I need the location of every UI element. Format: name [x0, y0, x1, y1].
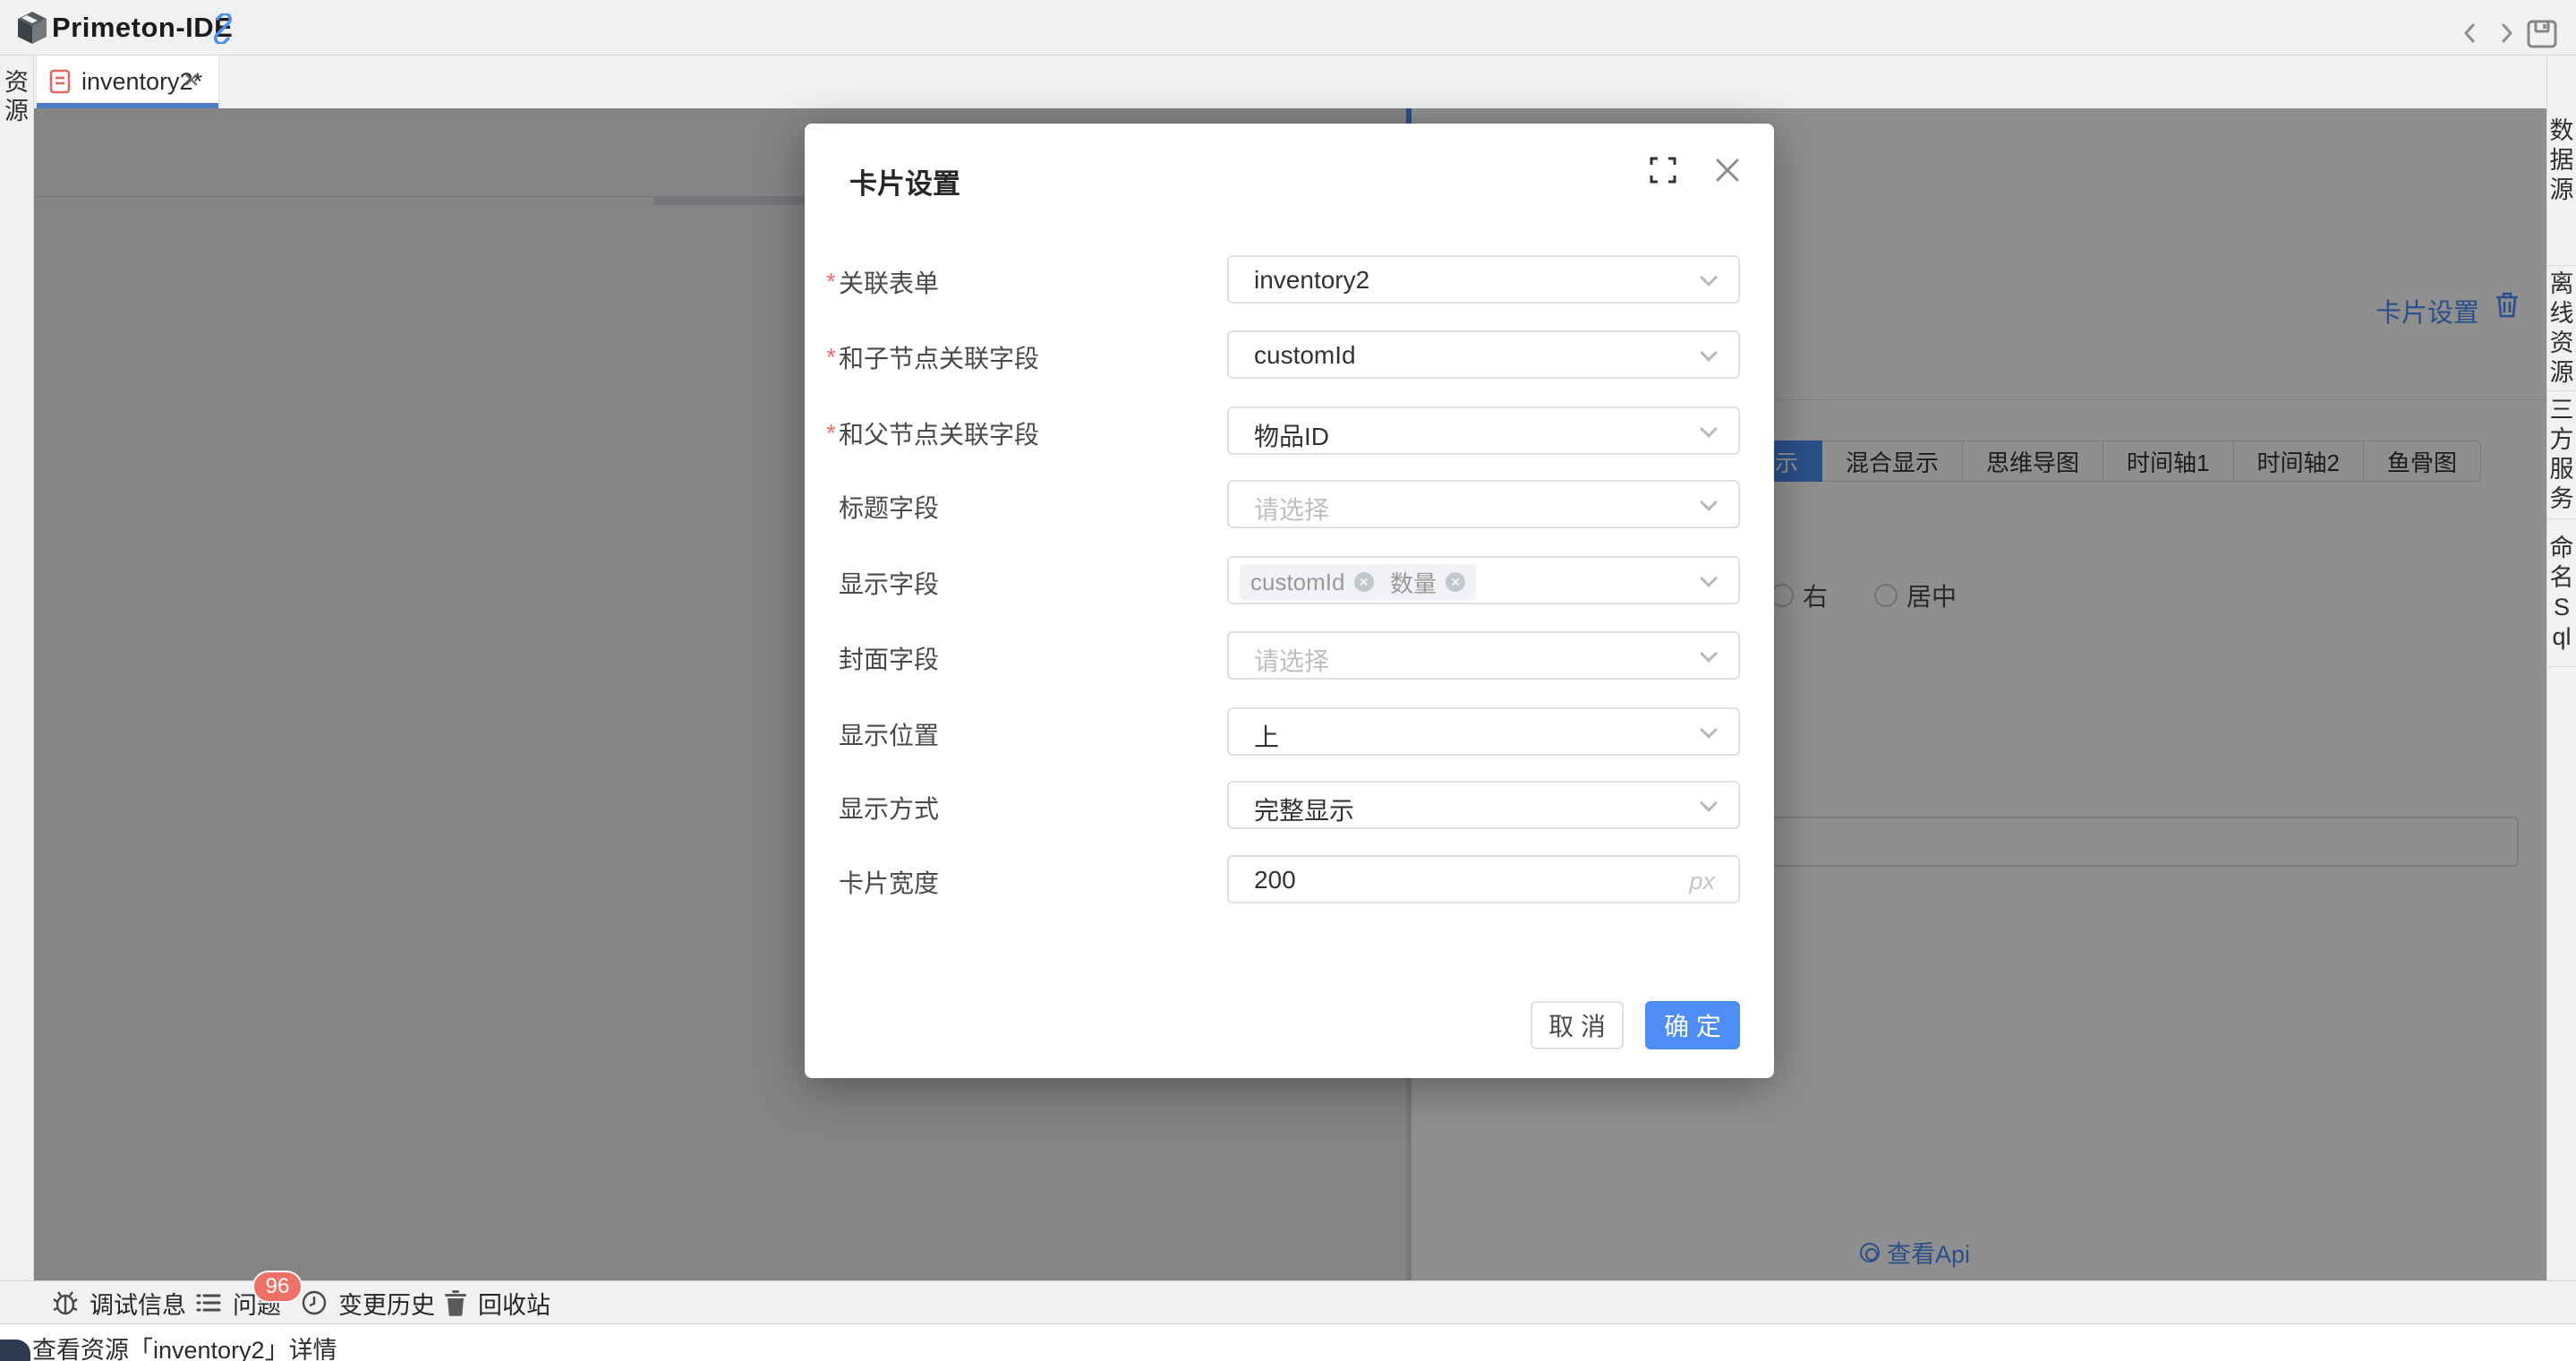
fullscreen-icon[interactable] [1650, 157, 1676, 184]
field-tag: 数量✕ [1379, 564, 1476, 600]
save-icon[interactable] [2526, 19, 2558, 54]
status-bar: 查看资源「inventory2」详情 [0, 1323, 2576, 1361]
field-label: 和父节点关联字段 [839, 415, 1039, 451]
form-row-display-fields: 显示字段 customId✕ 数量✕ [805, 556, 1774, 604]
sidebar-item-named-sql[interactable]: 命名Sql [2547, 519, 2576, 667]
form-row-related-form: * 关联表单 inventory2 [805, 255, 1774, 304]
card-width-input[interactable]: 200 px [1227, 855, 1740, 903]
field-label: 显示字段 [839, 565, 939, 601]
field-tag: customId✕ [1240, 564, 1385, 600]
field-label: 卡片宽度 [839, 864, 939, 900]
title-bar: Primeton-IDE [0, 0, 2576, 56]
left-sidebar: 资源 [0, 56, 34, 1280]
ide-window: Primeton-IDE 资源 [0, 0, 2576, 1361]
field-label: 显示方式 [839, 790, 939, 826]
status-text: 查看资源「inventory2」详情 [32, 1331, 337, 1361]
sidebar-item-resources[interactable]: 资源 [4, 68, 30, 125]
unit-suffix: px [1689, 868, 1715, 895]
form-row-parent-link-field: * 和父节点关联字段 物品ID [805, 407, 1774, 455]
tab-strip: inventory2* × [34, 56, 2546, 108]
chevron-down-icon [1700, 721, 1718, 739]
required-mark: * [826, 419, 836, 448]
child-link-field-select[interactable]: customId [1227, 330, 1740, 379]
form-file-icon [49, 69, 71, 98]
chevron-down-icon [1700, 569, 1718, 587]
corner-widget [0, 1340, 30, 1361]
display-mode-select[interactable]: 完整显示 [1227, 781, 1740, 829]
remove-tag-icon[interactable]: ✕ [1446, 572, 1465, 592]
debug-info-button[interactable]: 调试信息 [52, 1281, 186, 1324]
sidebar-item-datasource[interactable]: 数据源 [2547, 56, 2576, 266]
field-label: 和子节点关联字段 [839, 339, 1039, 375]
field-label: 显示位置 [839, 716, 939, 752]
form-row-cover-field: 封面字段 请选择 [805, 631, 1774, 680]
change-history-button[interactable]: 变更历史 [301, 1281, 435, 1324]
recycle-bin-button[interactable]: 回收站 [444, 1281, 550, 1324]
form-row-display-position: 显示位置 上 [805, 707, 1774, 756]
right-sidebar: 数据源 离线资源 三方服务 命名Sql [2546, 56, 2576, 1280]
nav-back-icon[interactable] [2460, 22, 2481, 48]
app-logo-icon [16, 10, 48, 50]
field-label: 封面字段 [839, 640, 939, 676]
bottom-toolbar: 调试信息 问题 96 变更历史 [0, 1280, 2576, 1323]
form-row-display-mode: 显示方式 完整显示 [805, 781, 1774, 829]
parent-link-field-select[interactable]: 物品ID [1227, 407, 1740, 455]
close-icon[interactable] [1714, 157, 1741, 184]
display-position-select[interactable]: 上 [1227, 707, 1740, 756]
app-title: Primeton-IDE [52, 12, 233, 44]
field-label: 关联表单 [839, 264, 939, 300]
sidebar-item-offline-resources[interactable]: 离线资源 [2547, 266, 2576, 391]
link-icon[interactable] [208, 13, 238, 48]
problems-count-badge: 96 [252, 1271, 303, 1303]
clock-icon [301, 1289, 328, 1316]
tab-inventory2[interactable]: inventory2* × [36, 56, 219, 108]
chevron-down-icon [1700, 794, 1718, 812]
remove-tag-icon[interactable]: ✕ [1354, 572, 1374, 592]
chevron-down-icon [1700, 269, 1718, 287]
chevron-down-icon [1700, 344, 1718, 362]
nav-forward-icon[interactable] [2495, 22, 2517, 48]
related-form-select[interactable]: inventory2 [1227, 255, 1740, 304]
confirm-button[interactable]: 确 定 [1645, 1001, 1740, 1049]
list-icon [195, 1289, 222, 1316]
chevron-down-icon [1700, 493, 1718, 511]
chevron-down-icon [1700, 420, 1718, 438]
cancel-button[interactable]: 取 消 [1531, 1001, 1624, 1049]
required-mark: * [826, 268, 836, 296]
sidebar-item-thirdparty-services[interactable]: 三方服务 [2547, 391, 2576, 519]
card-settings-dialog: 卡片设置 * 关联表单 inventory2 * 和子节点关联字段 custom… [805, 124, 1774, 1078]
cover-field-select[interactable]: 请选择 [1227, 631, 1740, 680]
trash-icon [444, 1289, 467, 1316]
required-mark: * [826, 343, 836, 372]
dialog-title: 卡片设置 [849, 161, 960, 201]
form-row-title-field: 标题字段 请选择 [805, 480, 1774, 528]
title-field-select[interactable]: 请选择 [1227, 480, 1740, 528]
field-label: 标题字段 [839, 489, 939, 525]
bug-icon [52, 1289, 79, 1316]
chevron-down-icon [1700, 645, 1718, 663]
display-fields-multiselect[interactable]: customId✕ 数量✕ [1227, 556, 1740, 604]
tab-close-icon[interactable]: × [183, 66, 200, 95]
form-row-card-width: 卡片宽度 200 px [805, 855, 1774, 903]
form-row-child-link-field: * 和子节点关联字段 customId [805, 330, 1774, 379]
